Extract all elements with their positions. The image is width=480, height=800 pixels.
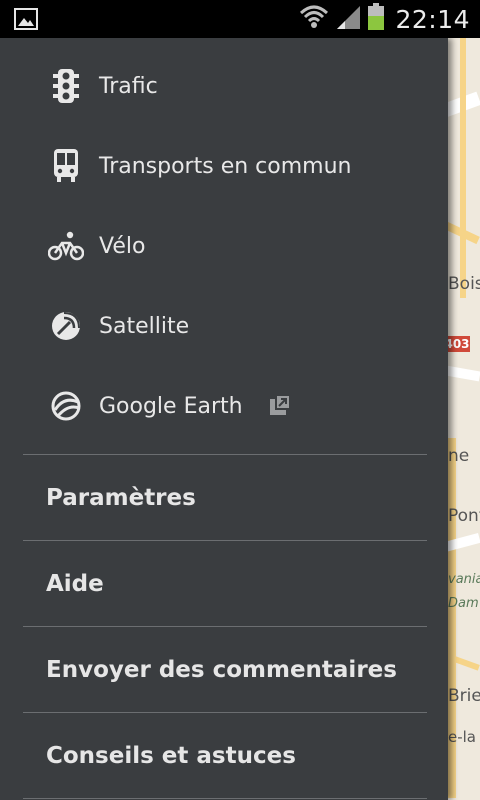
map-label: Dam [448, 596, 479, 611]
layer-label: Transports en commun [99, 153, 352, 179]
menu-label: Paramètres [46, 485, 196, 511]
open-external-icon [268, 393, 294, 419]
map-label: Brie [448, 686, 480, 706]
divider [23, 798, 427, 799]
menu-help[interactable]: Aide [0, 541, 448, 627]
layer-google-earth[interactable]: Google Earth [0, 366, 448, 446]
earth-icon [48, 388, 84, 424]
map-label: Pont [448, 506, 480, 526]
status-bar: 22:14 [0, 0, 480, 38]
layer-label: Satellite [99, 313, 190, 339]
map-label: e-la [448, 728, 477, 746]
map-label: vanial [448, 572, 480, 587]
map-label: Bois [448, 274, 480, 294]
layer-label: Google Earth [99, 393, 243, 419]
menu-send-feedback[interactable]: Envoyer des commentaires [0, 627, 448, 713]
layer-label: Trafic [99, 73, 158, 99]
menu-label: Envoyer des commentaires [46, 657, 397, 683]
transit-icon [48, 148, 84, 184]
clock: 22:14 [395, 4, 470, 34]
layer-satellite[interactable]: Satellite [0, 286, 448, 366]
layer-transit[interactable]: Transports en commun [0, 126, 448, 206]
layer-bicycle[interactable]: Vélo [0, 206, 448, 286]
image-notification-icon [14, 8, 38, 30]
battery-icon [367, 3, 385, 35]
bicycle-icon [48, 228, 84, 264]
menu-settings[interactable]: Paramètres [0, 455, 448, 541]
menu-label: Aide [46, 571, 104, 597]
satellite-icon [48, 308, 84, 344]
menu-label: Conseils et astuces [46, 743, 296, 769]
wifi-icon [299, 3, 329, 35]
layer-label: Vélo [99, 233, 146, 259]
layer-traffic[interactable]: Trafic [0, 46, 448, 126]
traffic-light-icon [48, 68, 84, 104]
signal-icon [335, 4, 361, 34]
navigation-drawer: Trafic Transports en commun Vélo Satelli… [0, 38, 448, 800]
map-label: ne [448, 446, 470, 466]
menu-tips[interactable]: Conseils et astuces [0, 713, 448, 799]
